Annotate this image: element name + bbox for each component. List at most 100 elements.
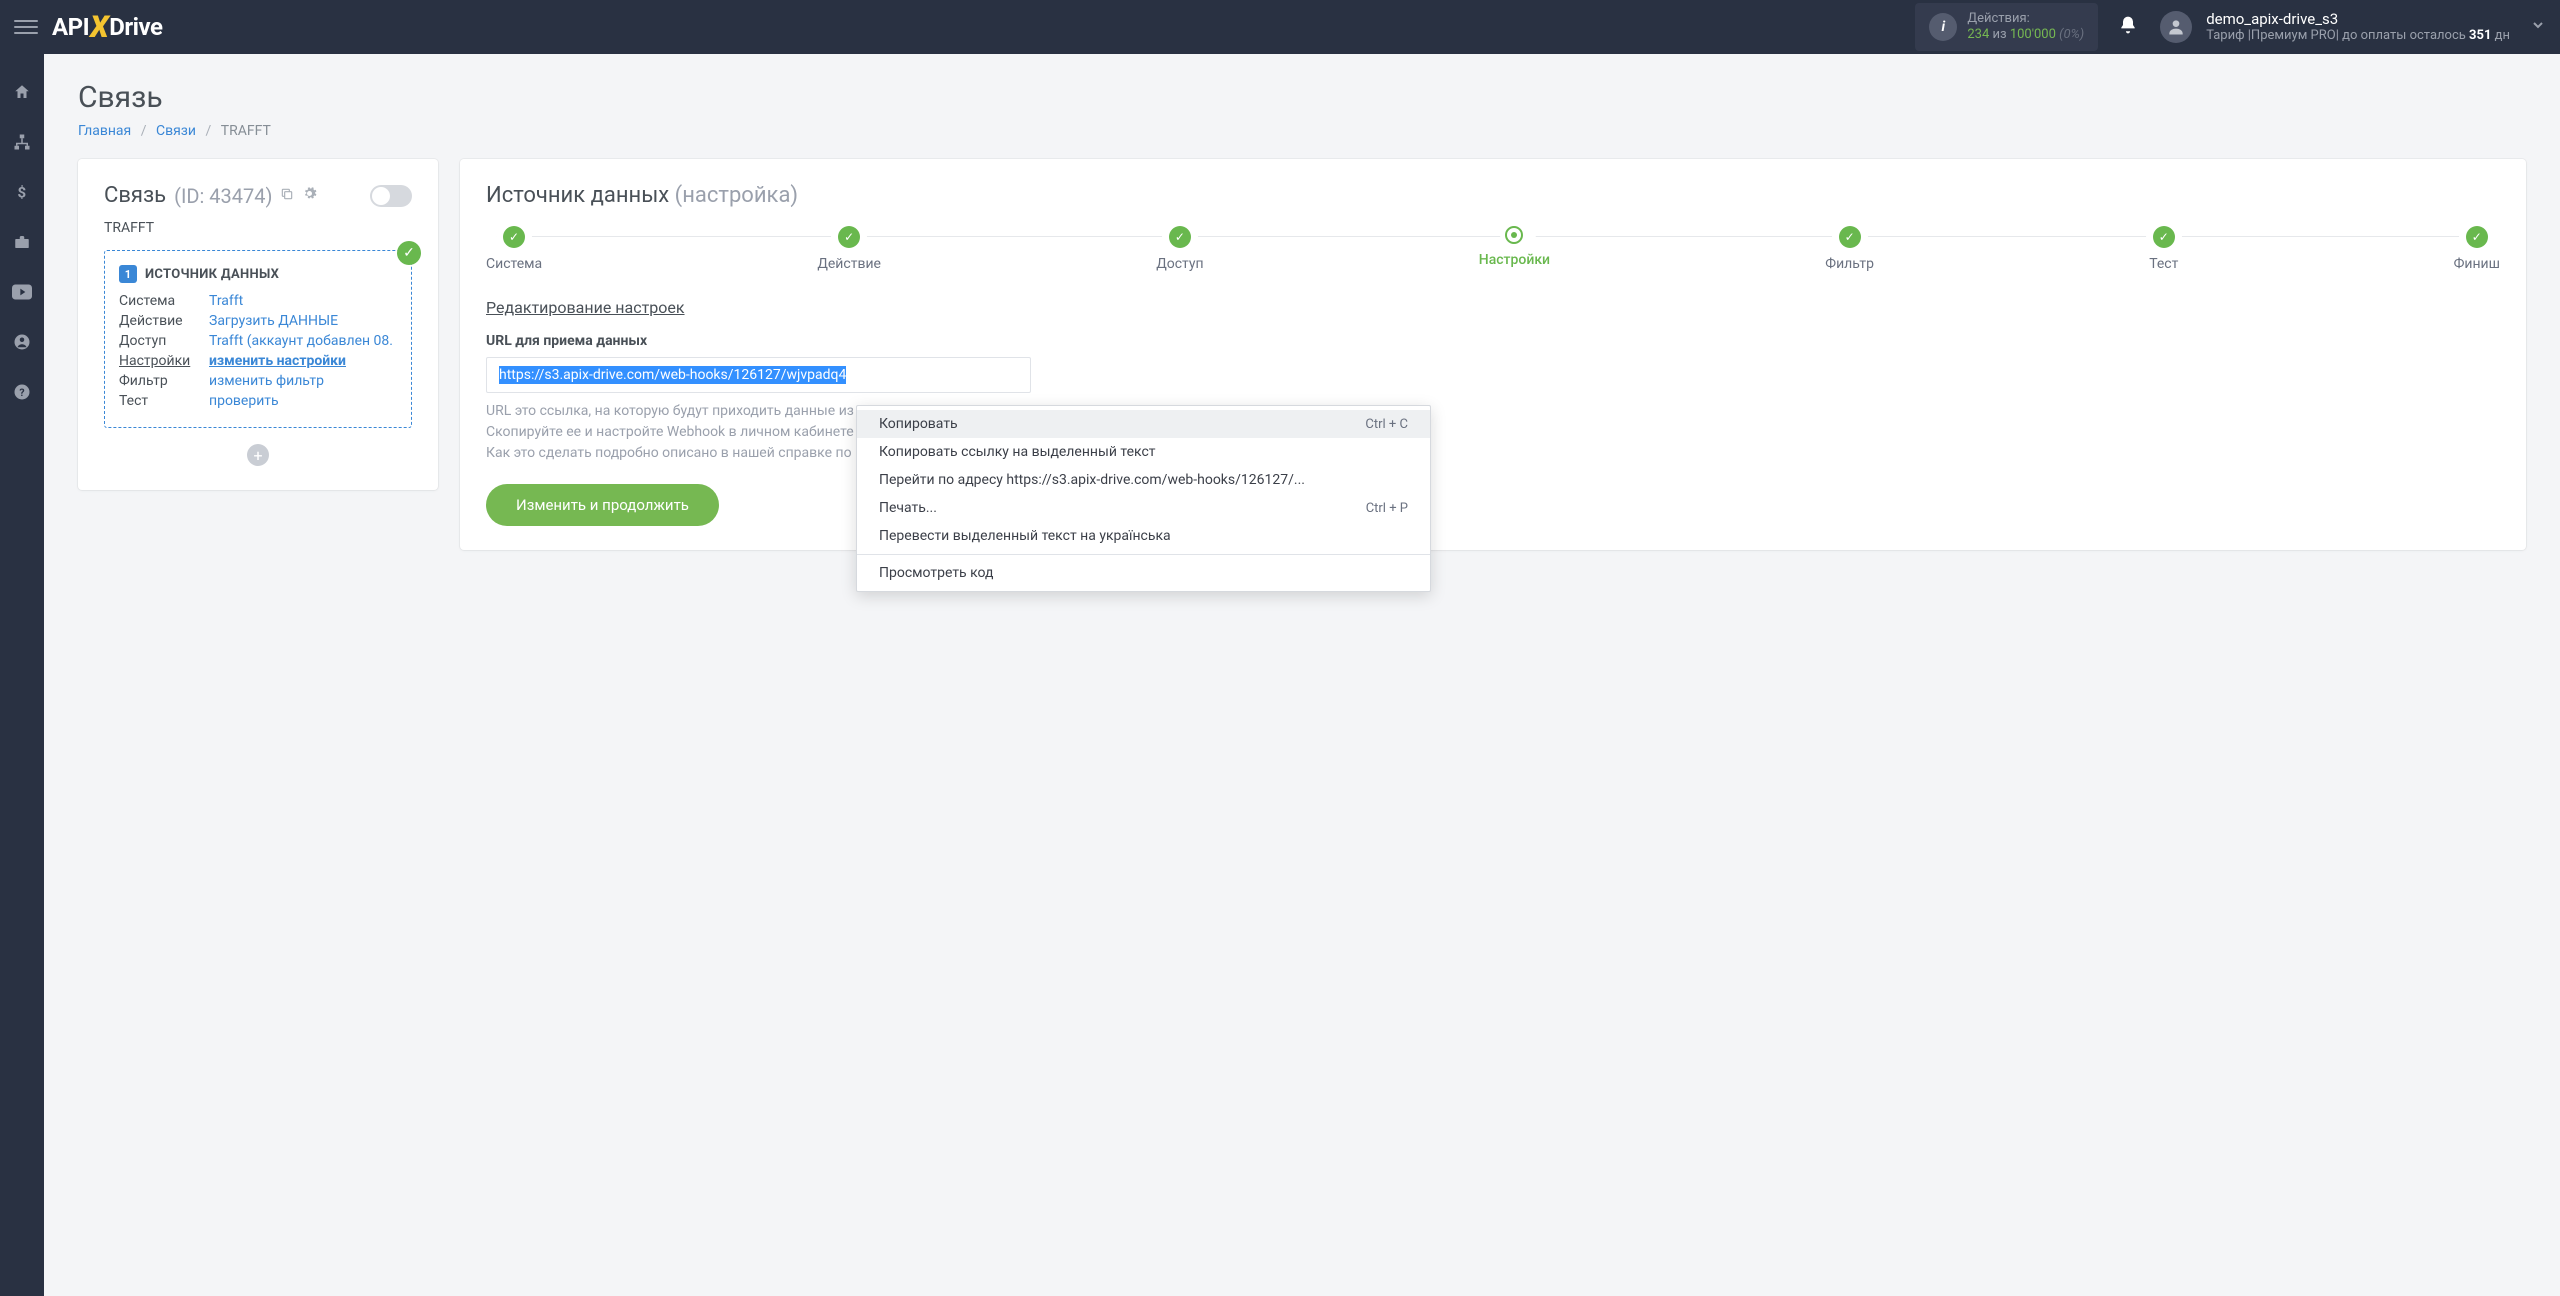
context-menu-item[interactable]: Перейти по адресу https://s3.apix-drive.…: [857, 466, 1430, 494]
step-number-badge: 1: [119, 265, 137, 283]
step-label: Доступ: [1156, 256, 1203, 272]
info-icon: i: [1929, 13, 1957, 41]
context-menu-label: Просмотреть код: [879, 565, 994, 581]
step-dot-done: ✓: [503, 226, 525, 248]
context-menu-shortcut: Ctrl + C: [1365, 417, 1408, 432]
kv-key: Тест: [119, 393, 199, 409]
kv-val-link[interactable]: Trafft: [209, 293, 243, 309]
source-box[interactable]: ✓ 1 ИСТОЧНИК ДАННЫХ СистемаTrafftДействи…: [104, 250, 412, 428]
kv-val-link[interactable]: изменить фильтр: [209, 373, 324, 389]
dollar-icon[interactable]: $: [12, 182, 32, 202]
stepper: ✓Система✓Действие✓ДоступНастройки✓Фильтр…: [486, 226, 2500, 272]
context-menu-label: Копировать ссылку на выделенный текст: [879, 444, 1156, 460]
context-menu-label: Печать...: [879, 500, 937, 516]
step-dot-done: ✓: [1169, 226, 1191, 248]
user-icon[interactable]: [12, 332, 32, 352]
breadcrumb: Главная / Связи / TRAFFT: [78, 123, 2526, 139]
kv-row: Тест проверить: [119, 393, 397, 409]
avatar[interactable]: [2160, 11, 2192, 43]
kv-row: Действие Загрузить ДАННЫЕ: [119, 313, 397, 329]
kv-val-link[interactable]: изменить настройки: [209, 353, 346, 369]
hierarchy-icon[interactable]: [12, 132, 32, 152]
kv-key: Действие: [119, 313, 199, 329]
svg-text:?: ?: [19, 386, 24, 399]
hamburger-icon[interactable]: [14, 15, 38, 39]
step[interactable]: ✓Система: [486, 226, 542, 272]
step-label: Тест: [2149, 256, 2178, 272]
context-menu: Копировать Ctrl + C Копировать ссылку на в…: [856, 405, 1431, 592]
kv-row: Система Trafft: [119, 293, 397, 309]
home-icon[interactable]: [12, 82, 32, 102]
enable-toggle[interactable]: [370, 185, 412, 207]
bell-icon[interactable]: [2118, 15, 2138, 39]
step-dot-done: ✓: [2153, 226, 2175, 248]
step[interactable]: ✓Финиш: [2454, 226, 2500, 272]
help-icon[interactable]: ?: [12, 382, 32, 402]
kv-val-link[interactable]: Загрузить ДАННЫЕ: [209, 313, 338, 329]
step-dot-done: ✓: [1839, 226, 1861, 248]
actions-label: Действия:: [1967, 11, 2084, 27]
context-menu-item[interactable]: Копировать Ctrl + C: [857, 410, 1430, 438]
actions-pill[interactable]: i Действия: 234 из 100'000 (0%): [1915, 3, 2098, 52]
page-title: Связь: [78, 80, 2526, 115]
kv-key: Фильтр: [119, 373, 199, 389]
context-menu-label: Копировать: [879, 416, 958, 432]
step[interactable]: ✓ Доступ: [1156, 226, 1203, 272]
kv-key: Доступ: [119, 333, 199, 349]
step[interactable]: ✓ Фильтр: [1825, 226, 1874, 272]
right-title: Источник данных (настройка): [486, 183, 2500, 208]
save-continue-button[interactable]: Изменить и продолжить: [486, 484, 719, 526]
step[interactable]: ✓ Тест: [2149, 226, 2178, 272]
actions-count: 234 из 100'000 (0%): [1967, 27, 2084, 43]
step-label: Фильтр: [1825, 256, 1874, 272]
topbar: APIXDrive i Действия: 234 из 100'000 (0%…: [0, 0, 2560, 54]
logo[interactable]: APIXDrive: [52, 10, 162, 45]
kv-row: Доступ Trafft (аккаунт добавлен 08.: [119, 333, 397, 349]
context-menu-label: Перейти по адресу https://s3.apix-drive.…: [879, 472, 1305, 488]
settings-card: Источник данных (настройка) ✓Система✓Дей…: [460, 159, 2526, 550]
copy-icon[interactable]: [280, 187, 294, 205]
kv-row: Фильтр изменить фильтр: [119, 373, 397, 389]
add-button[interactable]: +: [247, 444, 269, 466]
conn-name: TRAFFT: [104, 220, 412, 236]
breadcrumb-current: TRAFFT: [221, 123, 271, 139]
kv-key: Система: [119, 293, 199, 309]
step-dot-current: [1505, 226, 1523, 244]
briefcase-icon[interactable]: [12, 232, 32, 252]
context-menu-item[interactable]: Перевести выделенный текст на українська: [857, 522, 1430, 550]
helper-text: URL это ссылка, на которую будут приходи…: [486, 401, 2500, 464]
step-label: Действие: [817, 256, 881, 272]
svg-text:$: $: [18, 183, 27, 201]
section-title: Редактирование настроек: [486, 298, 2500, 317]
breadcrumb-links[interactable]: Связи: [156, 123, 196, 139]
gear-icon[interactable]: [302, 186, 317, 205]
context-menu-item[interactable]: Просмотреть код: [857, 559, 1430, 587]
user-tariff: Тариф |Премиум PRO| до оплаты осталось 3…: [2206, 28, 2510, 44]
user-menu[interactable]: demo_apix-drive_s3 Тариф |Премиум PRO| д…: [2206, 10, 2510, 44]
kv-key: Настройки: [119, 353, 199, 369]
chevron-down-icon[interactable]: [2510, 17, 2546, 37]
step[interactable]: ✓ Действие: [817, 226, 881, 272]
connection-card: Связь (ID: 43474) TRAFFT ✓ 1 ИСТОЧНИК ДА…: [78, 159, 438, 490]
step[interactable]: Настройки: [1479, 226, 1550, 268]
breadcrumb-home[interactable]: Главная: [78, 123, 131, 139]
step-label: Финиш: [2454, 256, 2500, 272]
video-icon[interactable]: [12, 282, 32, 302]
conn-id: (ID: 43474): [174, 184, 272, 208]
context-menu-label: Перевести выделенный текст на українська: [879, 528, 1171, 544]
kv-val-link[interactable]: Trafft (аккаунт добавлен 08.: [209, 333, 393, 349]
url-input[interactable]: https://s3.apix-drive.com/web-hooks/1261…: [486, 357, 1031, 393]
kv-row: Настройки изменить настройки: [119, 353, 397, 369]
step-label: Настройки: [1479, 252, 1550, 268]
context-menu-item[interactable]: Копировать ссылку на выделенный текст: [857, 438, 1430, 466]
source-title-label: ИСТОЧНИК ДАННЫХ: [145, 267, 279, 282]
check-icon: ✓: [397, 241, 421, 265]
sidebar: $ ?: [0, 54, 44, 1296]
context-menu-shortcut: Ctrl + P: [1366, 501, 1408, 516]
kv-val-link[interactable]: проверить: [209, 393, 279, 409]
url-field-label: URL для приема данных: [486, 333, 2500, 349]
context-menu-divider: [857, 554, 1430, 555]
conn-title: Связь: [104, 183, 166, 208]
step-dot-done: ✓: [838, 226, 860, 248]
context-menu-item[interactable]: Печать... Ctrl + P: [857, 494, 1430, 522]
